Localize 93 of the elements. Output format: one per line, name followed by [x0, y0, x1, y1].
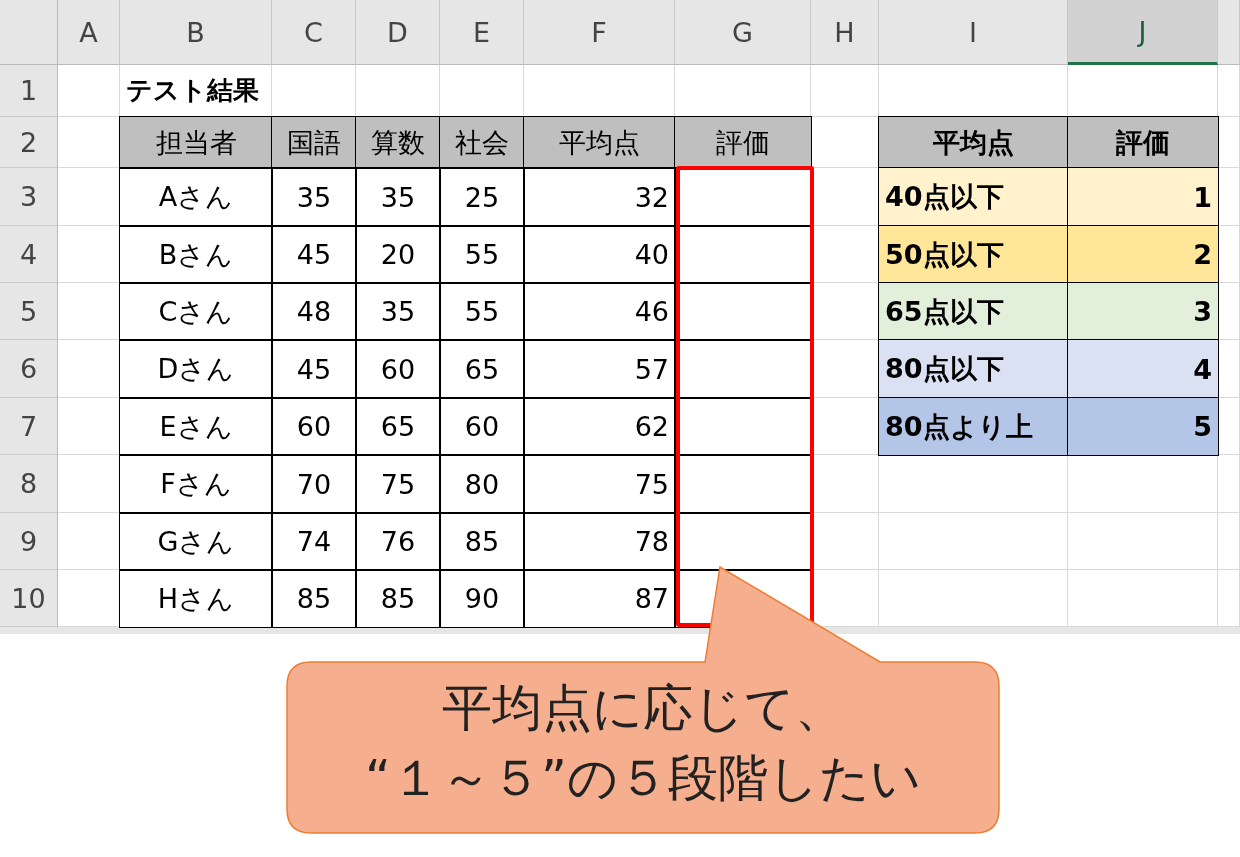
empty-cell	[1218, 513, 1240, 570]
callout-text: 平均点に応じて、	[441, 678, 845, 739]
column-header[interactable]: B	[120, 0, 272, 65]
table-cell: 80点以下	[879, 340, 1068, 398]
table-cell: 2	[1068, 226, 1218, 283]
table-cell: 20	[356, 226, 440, 283]
table-cell: Bさん	[120, 226, 272, 283]
empty-cell	[811, 455, 879, 513]
row-header[interactable]: 9	[0, 513, 58, 570]
empty-cell	[1218, 117, 1240, 168]
table-cell: Cさん	[120, 283, 272, 340]
column-heading: 担当者	[120, 117, 272, 168]
column-header[interactable]: I	[879, 0, 1068, 65]
table-cell: 55	[440, 226, 524, 283]
table-cell: 76	[356, 513, 440, 570]
table-cell: 35	[356, 283, 440, 340]
table-cell: 65	[356, 398, 440, 455]
table-cell: 85	[356, 570, 440, 627]
column-heading: 評価	[675, 117, 811, 168]
column-header[interactable]: C	[272, 0, 356, 65]
table-cell: Gさん	[120, 513, 272, 570]
column-header[interactable]: H	[811, 0, 879, 65]
table-cell: 3	[1068, 283, 1218, 340]
callout-text: “１～５”の５段階したい	[365, 748, 921, 809]
table-cell: 60	[356, 340, 440, 398]
table-cell: 57	[524, 340, 675, 398]
table-cell: 40点以下	[879, 168, 1068, 226]
table-cell: 46	[524, 283, 675, 340]
table-cell: 80	[440, 455, 524, 513]
table-cell: 80点より上	[879, 398, 1068, 455]
column-header[interactable]: G	[675, 0, 811, 65]
column-heading: 評価	[1068, 117, 1218, 168]
table-cell: 65点以下	[879, 283, 1068, 340]
row-header[interactable]: 5	[0, 283, 58, 340]
table-cell: Hさん	[120, 570, 272, 627]
column-heading: 平均点	[879, 117, 1068, 168]
table-cell: 85	[272, 570, 356, 627]
empty-cell	[1218, 455, 1240, 513]
table-cell: Fさん	[120, 455, 272, 513]
empty-cell	[1218, 283, 1240, 340]
column-heading: 国語	[272, 117, 356, 168]
empty-cell	[811, 65, 879, 117]
table-cell: 50点以下	[879, 226, 1068, 283]
table-cell: 32	[524, 168, 675, 226]
row-header[interactable]: 10	[0, 570, 58, 627]
table-cell: 65	[440, 340, 524, 398]
table-cell: 90	[440, 570, 524, 627]
column-header[interactable]: J	[1068, 0, 1218, 65]
table-cell: 1	[1068, 168, 1218, 226]
column-header[interactable]: E	[440, 0, 524, 65]
column-header[interactable]: F	[524, 0, 675, 65]
table-cell: 35	[272, 168, 356, 226]
empty-cell	[811, 513, 879, 570]
row-header[interactable]: 7	[0, 398, 58, 455]
column-header[interactable]: D	[356, 0, 440, 65]
table-cell: Eさん	[120, 398, 272, 455]
table-cell: 25	[440, 168, 524, 226]
empty-cell	[1218, 168, 1240, 226]
table-cell: 35	[356, 168, 440, 226]
table-cell: 45	[272, 226, 356, 283]
table-cell: 74	[272, 513, 356, 570]
table-cell: 60	[272, 398, 356, 455]
column-header[interactable]: A	[58, 0, 120, 65]
table-cell: 60	[440, 398, 524, 455]
table-cell: 70	[272, 455, 356, 513]
table-cell: 78	[524, 513, 675, 570]
table-cell: 45	[272, 340, 356, 398]
table-cell: 85	[440, 513, 524, 570]
row-header[interactable]: 2	[0, 117, 58, 168]
row-header[interactable]: 1	[0, 65, 58, 117]
row-header[interactable]: 8	[0, 455, 58, 513]
column-heading: 算数	[356, 117, 440, 168]
table-cell: 40	[524, 226, 675, 283]
empty-cell	[1218, 398, 1240, 455]
table-cell: Aさん	[120, 168, 272, 226]
empty-cell	[1218, 226, 1240, 283]
table-cell: 62	[524, 398, 675, 455]
select-all-corner[interactable]	[0, 0, 58, 65]
empty-column-header	[1218, 0, 1240, 65]
empty-cell	[1218, 340, 1240, 398]
table-cell: 55	[440, 283, 524, 340]
table-cell: 75	[356, 455, 440, 513]
table-cell: 48	[272, 283, 356, 340]
column-heading: 平均点	[524, 117, 675, 168]
table-cell: 87	[524, 570, 675, 627]
row-header[interactable]: 3	[0, 168, 58, 226]
table-cell: Dさん	[120, 340, 272, 398]
table-cell: 4	[1068, 340, 1218, 398]
row-header[interactable]: 6	[0, 340, 58, 398]
table-cell: 75	[524, 455, 675, 513]
column-heading: 社会	[440, 117, 524, 168]
table-cell: 5	[1068, 398, 1218, 455]
row-header[interactable]: 4	[0, 226, 58, 283]
